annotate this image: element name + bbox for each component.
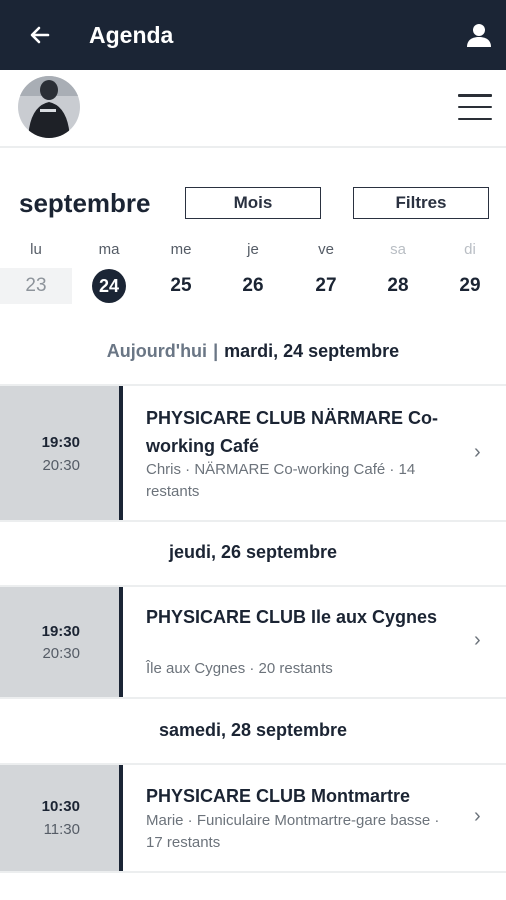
- weekday-sun: di: [464, 241, 476, 258]
- today-label: Aujourd'hui: [106, 341, 208, 361]
- month-view-button[interactable]: Mois: [185, 187, 321, 219]
- selected-day-number: 24: [92, 269, 126, 303]
- day-29[interactable]: 29: [434, 268, 506, 304]
- day-28[interactable]: 28: [362, 268, 434, 304]
- chevron-right-icon: ›: [474, 805, 481, 827]
- date-header: jeudi, 26 septembre: [168, 542, 338, 562]
- event-start-time: 19:30: [41, 434, 80, 451]
- event-title: PHYSICARE CLUB Montmartre: [146, 786, 411, 806]
- event-start-time: 10:30: [41, 798, 80, 815]
- user-icon: [467, 24, 491, 47]
- profile-button[interactable]: [462, 18, 496, 52]
- event-end-time: 11:30: [43, 821, 80, 838]
- weekday-sat: sa: [390, 241, 406, 258]
- event-end-time: 20:30: [42, 457, 80, 474]
- date-label: mardi, 24 septembre: [224, 341, 400, 361]
- day-24-selected[interactable]: 24: [73, 268, 145, 304]
- separator: |: [213, 341, 219, 361]
- weekday-thu: je: [247, 241, 259, 258]
- chevron-right-icon: ›: [474, 441, 481, 463]
- day-27[interactable]: 27: [290, 268, 362, 304]
- day-26[interactable]: 26: [217, 268, 289, 304]
- event-details: Marie · Funiculaire Montmartre-gare bass…: [146, 812, 440, 851]
- event-time-box: 19:30 20:30: [0, 386, 123, 520]
- hamburger-menu-icon[interactable]: [458, 94, 492, 120]
- weekday-fri: ve: [318, 241, 334, 258]
- weekday-mon: lu: [30, 241, 42, 258]
- event-start-time: 19:30: [41, 623, 80, 640]
- sub-header: [0, 70, 506, 148]
- back-button[interactable]: [24, 19, 56, 51]
- event-time-box: 19:30 20:30: [0, 587, 123, 697]
- date-header-today: Aujourd'hui | mardi, 24 septembre: [0, 341, 506, 362]
- event-title: PHYSICARE CLUB Ile aux Cygnes: [146, 607, 438, 627]
- avatar[interactable]: [18, 76, 80, 138]
- event-details: Île aux Cygnes · 20 restants: [146, 660, 333, 677]
- app-header: Agenda: [0, 0, 506, 70]
- arrow-left-icon: [30, 26, 50, 44]
- event-card[interactable]: 19:30 20:30 PHYSICARE CLUB Ile aux Cygne…: [0, 585, 506, 699]
- weekday-wed: me: [170, 241, 192, 258]
- day-25[interactable]: 25: [145, 268, 217, 304]
- chevron-right-icon: ›: [474, 629, 481, 651]
- event-details: Chris · NÄRMARE Co-working Café · 14 res…: [146, 461, 416, 500]
- month-label: septembre: [19, 188, 151, 218]
- event-card[interactable]: 10:30 11:30 PHYSICARE CLUB Montmartre Ma…: [0, 763, 506, 873]
- event-end-time: 20:30: [42, 645, 80, 662]
- day-23[interactable]: 23: [0, 268, 72, 304]
- filters-button[interactable]: Filtres: [353, 187, 489, 219]
- event-card[interactable]: 19:30 20:30 PHYSICARE CLUB NÄRMARE Co-wo…: [0, 384, 506, 522]
- event-title: PHYSICARE CLUB NÄRMARE Co-working Café: [146, 408, 438, 456]
- page-title: Agenda: [89, 22, 174, 48]
- date-header: samedi, 28 septembre: [158, 720, 348, 740]
- weekday-tue: ma: [98, 241, 120, 258]
- event-time-box: 10:30 11:30: [0, 765, 123, 871]
